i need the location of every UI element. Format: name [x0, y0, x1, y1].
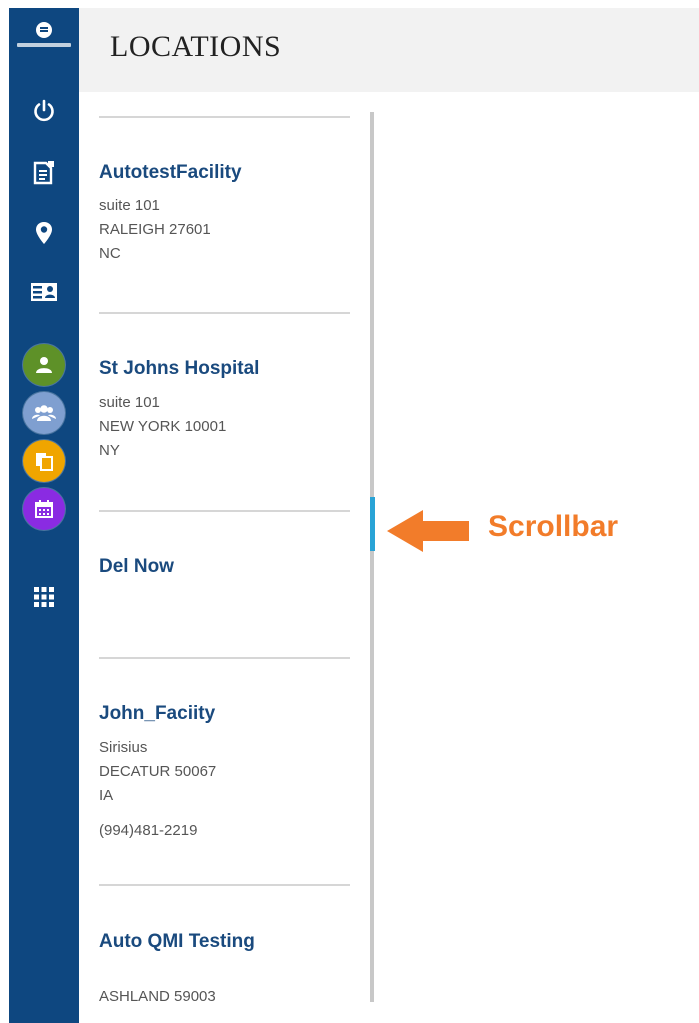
divider: [99, 510, 350, 512]
location-city-zip: NEW YORK 10001: [99, 418, 227, 435]
locations-list: AutotestFacility suite 101 RALEIGH 27601…: [99, 92, 351, 1002]
power-icon[interactable]: [27, 94, 61, 128]
location-name[interactable]: Del Now: [99, 556, 174, 578]
location-city-zip: DECATUR 50067: [99, 763, 217, 780]
location-address-line: Sirisius: [99, 739, 148, 756]
location-address-line: suite 101: [99, 394, 160, 411]
location-state: IA: [99, 787, 114, 804]
arrow-left-icon: [387, 510, 469, 552]
id-card-icon[interactable]: [27, 275, 61, 309]
calendar-icon[interactable]: [23, 488, 65, 530]
location-name[interactable]: St Johns Hospital: [99, 358, 259, 380]
location-state: NY: [99, 442, 120, 459]
divider: [99, 657, 350, 659]
location-pin-icon[interactable]: [27, 216, 61, 250]
location-city-zip: ASHLAND 59003: [99, 988, 216, 1002]
location-city-zip: RALEIGH 27601: [99, 221, 211, 238]
location-name[interactable]: AutotestFacility: [99, 162, 242, 184]
location-phone: (994)481-2219: [99, 822, 198, 839]
page-title: LOCATIONS: [110, 30, 282, 63]
location-name[interactable]: John_Faciity: [99, 703, 215, 725]
divider: [99, 884, 350, 886]
location-name[interactable]: Auto QMI Testing: [99, 931, 255, 953]
users-icon[interactable]: [23, 392, 65, 434]
report-icon[interactable]: [27, 156, 61, 190]
copy-icon[interactable]: [23, 440, 65, 482]
sidebar: [9, 8, 79, 1023]
divider: [99, 116, 350, 118]
page-header: LOCATIONS: [79, 8, 699, 92]
location-state: NC: [99, 245, 121, 262]
scrollbar-track[interactable]: [370, 112, 374, 1002]
scrollbar-thumb[interactable]: [370, 497, 375, 551]
user-icon[interactable]: [23, 344, 65, 386]
company-logo: [9, 18, 79, 58]
divider: [99, 312, 350, 314]
location-address-line: suite 101: [99, 197, 160, 214]
annotation-label: Scrollbar: [488, 510, 619, 543]
grid-icon[interactable]: [27, 580, 61, 614]
